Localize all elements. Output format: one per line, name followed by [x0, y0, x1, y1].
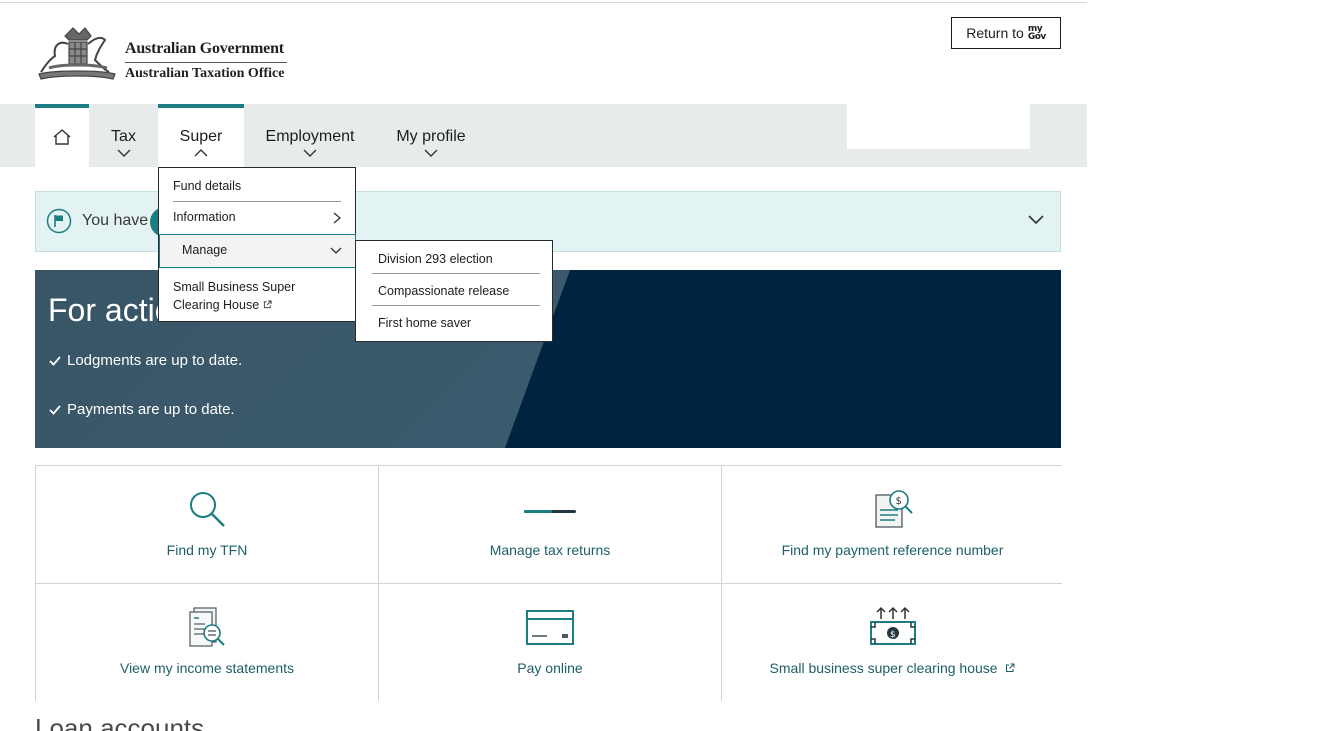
chevron-down-icon — [303, 149, 317, 157]
tile-find-my-tfn[interactable]: Find my TFN — [36, 466, 378, 583]
hero-item-payments-text: Payments are up to date. — [67, 401, 235, 418]
nav-employment[interactable]: Employment — [252, 104, 368, 167]
tile-label: Manage tax returns — [489, 542, 611, 558]
return-to-mygov-button[interactable]: Return to my Gov — [951, 17, 1061, 49]
home-icon — [53, 129, 71, 145]
flag-icon — [46, 208, 72, 234]
nav-my-profile-label: My profile — [396, 128, 466, 145]
external-link-icon — [1006, 663, 1015, 672]
chevron-down-icon[interactable] — [1028, 215, 1044, 225]
tile-view-income-statements[interactable]: View my income statements — [36, 584, 378, 701]
nav-tax-label: Tax — [111, 128, 136, 145]
return-label: Return to — [966, 25, 1024, 41]
tile-find-payment-reference[interactable]: $ Find my payment reference number — [722, 466, 1063, 583]
checkmark-icon — [49, 355, 61, 366]
document-dollar-search-icon: $ — [874, 490, 913, 528]
menu-item-manage[interactable]: Manage — [159, 234, 356, 268]
tile-label: Pay online — [517, 660, 583, 676]
coat-of-arms-icon — [38, 27, 116, 80]
nav-super[interactable]: Super — [158, 104, 244, 167]
mygov-logo-bottom: Gov — [1027, 32, 1046, 42]
tile-label: View my income statements — [119, 660, 295, 676]
logo-divider — [125, 62, 287, 63]
submenu-item-division-293-election[interactable]: Division 293 election — [378, 252, 543, 266]
tile-label-text: Small business super clearing house — [769, 660, 998, 676]
ato-logo[interactable]: Australian Government Australian Taxatio… — [35, 26, 290, 88]
menu-item-small-business-super-clearing-house[interactable]: Small Business Super Clearing House — [173, 278, 313, 314]
tile-label: Small business super clearing house — [722, 660, 1063, 676]
hero-item-lodgments-text: Lodgments are up to date. — [67, 352, 243, 369]
magnifier-icon — [190, 492, 225, 527]
submenu-item-compassionate-release[interactable]: Compassionate release — [378, 284, 543, 298]
agency-title: Australian Taxation Office — [125, 66, 285, 81]
mygov-logo: my Gov — [1027, 25, 1046, 42]
menu-item-sbsch-label: Small Business Super Clearing House — [173, 280, 296, 312]
quick-links-grid: Find my TFN Manage tax returns $ Find my… — [35, 465, 1063, 701]
chevron-down-icon — [117, 149, 130, 157]
chevron-down-icon — [330, 247, 342, 254]
hero-item-lodgments: Lodgments are up to date. — [49, 352, 242, 369]
menu-item-fund-details[interactable]: Fund details — [173, 179, 341, 193]
tile-label: Find my TFN — [166, 542, 248, 558]
banknote-upload-icon: $ — [869, 606, 916, 645]
nav-employment-label: Employment — [265, 128, 355, 145]
tile-manage-tax-returns[interactable]: Manage tax returns — [379, 466, 721, 583]
chevron-down-icon — [424, 149, 438, 157]
tile-small-business-super-clearing-house[interactable]: $ Small business super clearing house — [722, 584, 1063, 701]
menu-item-manage-label: Manage — [182, 243, 228, 257]
loan-accounts-heading: Loan accounts — [35, 713, 205, 731]
notification-text: You have — [82, 212, 149, 229]
loading-bar-icon — [524, 510, 576, 513]
menu-item-information[interactable]: Information — [173, 210, 341, 224]
external-link-icon — [263, 300, 272, 309]
nav-super-label: Super — [179, 128, 223, 145]
nav-my-profile[interactable]: My profile — [384, 104, 478, 167]
hero-item-payments: Payments are up to date. — [49, 401, 235, 418]
chevron-up-icon — [194, 149, 208, 157]
government-title: Australian Government — [125, 40, 284, 57]
submenu-item-first-home-saver[interactable]: First home saver — [378, 316, 543, 330]
super-dropdown-menu: Fund details Information Manage Small Bu… — [158, 167, 356, 322]
nav-tax[interactable]: Tax — [96, 104, 151, 167]
svg-text:$: $ — [890, 630, 896, 640]
menu-item-information-label: Information — [173, 210, 236, 224]
nav-search-area[interactable] — [847, 104, 1030, 149]
submenu-divider — [372, 305, 540, 306]
nav-home[interactable] — [35, 104, 89, 167]
chevron-right-icon — [333, 212, 341, 224]
manage-submenu: Division 293 election Compassionate rele… — [355, 240, 553, 342]
tile-pay-online[interactable]: Pay online — [379, 584, 721, 701]
submenu-divider — [372, 273, 540, 274]
menu-divider — [173, 201, 341, 202]
tile-label: Find my payment reference number — [781, 542, 1004, 558]
statement-search-icon — [189, 607, 225, 647]
checkmark-icon — [49, 404, 61, 415]
credit-card-icon — [526, 610, 574, 645]
svg-text:$: $ — [895, 496, 901, 507]
top-divider — [0, 2, 1087, 3]
